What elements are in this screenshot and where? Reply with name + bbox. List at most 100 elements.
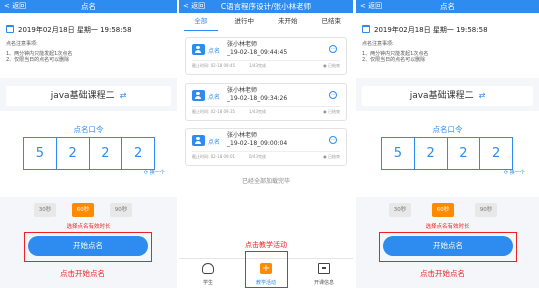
tab-students[interactable]: 学生 [179, 259, 237, 288]
page-title: 点名 [81, 2, 96, 11]
timer-60-button[interactable]: 60秒 [72, 203, 94, 217]
record-type: 点名 [208, 48, 221, 55]
tab-in-progress[interactable]: 进行中 [223, 13, 267, 31]
record-teacher: 张小林老师 [227, 41, 258, 48]
activity-list-screen: < 返回 C语言程序设计/张小林老师 全部 进行中 未开始 已结束 点名 张小林… [179, 0, 353, 288]
loaded-all-text: 已经全部加载完毕 [241, 178, 290, 185]
calendar-icon [6, 25, 14, 33]
date-text: 2019年02月18日 星期一 19:58:58 [374, 26, 488, 34]
timer-30-button[interactable]: 30秒 [34, 203, 56, 217]
status-badge: ● 已结束 [323, 109, 340, 114]
record-deadline: 截止时间: 02-18 09:45 [192, 63, 236, 68]
code-digit: 2 [448, 138, 481, 169]
code-digit: 2 [90, 138, 123, 169]
switch-icon[interactable]: ⇄ [120, 91, 127, 100]
page-title: 点名 [440, 2, 455, 11]
record-time: _19-02-18_09:00:04 [227, 139, 288, 147]
annotation-text: 点击开始点名 [60, 269, 105, 278]
course-selector[interactable]: java基础课程二 ⇄ [6, 86, 171, 106]
record-time: _19-02-18_09:44:45 [227, 48, 288, 56]
timer-options: 30秒 60秒 90秒 [34, 203, 132, 217]
user-icon [192, 90, 205, 101]
tab-not-started[interactable]: 未开始 [266, 13, 310, 31]
record-count: 0/43完成 [249, 154, 266, 159]
code-digit: 2 [133, 146, 143, 161]
timer-60-button[interactable]: 60秒 [432, 203, 454, 217]
record-type: 点名 [208, 139, 221, 146]
record-title: 张小林老师 _19-02-18_09:44:45 [227, 41, 287, 56]
record-title: 张小林老师 _19-02-18_09:34:26 [227, 87, 287, 102]
code-card: 点名口令 5 2 2 2 ⟳ 换一个 [356, 111, 539, 197]
code-digit: 2 [491, 146, 501, 161]
divider [192, 106, 340, 107]
highlight-box [245, 251, 288, 288]
course-name: java基础课程二 [50, 91, 115, 101]
tab-all[interactable]: 全部 [179, 13, 223, 31]
code-label: 点名口令 [432, 125, 463, 134]
start-rollcall-button[interactable]: 开始点名 [383, 236, 513, 256]
switch-icon[interactable]: ⇄ [479, 91, 486, 100]
nav-bar: < 返回 点名 [356, 0, 539, 13]
notes-title: 点名注意事项: [362, 41, 394, 47]
record-deadline: 截止时间: 02-18 09:35 [192, 109, 236, 114]
annotation-text: 点击开始点名 [420, 269, 465, 278]
notes-title: 点名注意事项: [6, 41, 38, 47]
record-type: 点名 [208, 94, 221, 101]
timer-90-button[interactable]: 90秒 [110, 203, 132, 217]
notes: 点名注意事项: 1、两分钟内只能发起1次点名 2、仅限当日的点名可以删除 [362, 41, 428, 64]
list-item[interactable]: 点名 张小林老师 _19-02-18_09:44:45 ··· 截止时间: 02-… [185, 37, 347, 75]
timer-90-button[interactable]: 90秒 [475, 203, 497, 217]
refresh-label: 换一个 [509, 170, 525, 176]
date-line: 2019年02月18日 星期一 19:58:58 [362, 25, 488, 35]
timer-hint: 选择点名有效时长 [66, 224, 111, 230]
status-badge: ● 已结束 [323, 154, 340, 159]
tab-label: 学生 [202, 280, 213, 286]
page-title: C语言程序设计/张小林老师 [220, 2, 312, 11]
record-time: _19-02-18_09:34:26 [227, 94, 288, 102]
record-count: 1/43完成 [249, 63, 266, 68]
timer-30-button[interactable]: 30秒 [389, 203, 411, 217]
student-icon [202, 263, 214, 274]
rollcall-screen-right: < 返回 点名 2019年02月18日 星期一 19:58:58 点名注意事项:… [356, 0, 539, 288]
date-card: 2019年02月18日 星期一 19:58:58 点名注意事项: 1、两分钟内只… [356, 14, 539, 78]
notes: 点名注意事项: 1、两分钟内只能发起1次点名 2、仅限当日的点名可以删除 [6, 41, 72, 64]
more-icon[interactable]: ··· [329, 136, 337, 144]
filter-tabs: 全部 进行中 未开始 已结束 [179, 13, 353, 31]
code-box: 5 2 2 2 [23, 137, 155, 170]
more-icon[interactable]: ··· [329, 91, 337, 99]
code-box: 5 2 2 2 [381, 137, 513, 170]
rollcall-screen-left: < 返回 点名 2019年02月18日 星期一 19:58:58 点名注意事项:… [0, 0, 177, 288]
date-text: 2019年02月18日 星期一 19:58:58 [18, 26, 132, 34]
record-deadline: 截止时间: 02-18 09:01 [192, 154, 236, 159]
record-title: 张小林老师 _19-02-18_09:00:04 [227, 132, 287, 147]
date-card: 2019年02月18日 星期一 19:58:58 点名注意事项: 1、两分钟内只… [0, 14, 177, 78]
refresh-code-button[interactable]: ⟳ 换一个 [504, 169, 525, 176]
code-digit: 2 [415, 138, 448, 169]
calendar-icon [362, 25, 370, 33]
timer-options: 30秒 60秒 90秒 [389, 203, 497, 217]
annotation-text: 点击教学活动 [245, 241, 287, 249]
course-selector[interactable]: java基础课程二 ⇄ [362, 86, 533, 106]
status-badge: ● 已结束 [323, 63, 340, 68]
note-item: 2、仅限当日的点名可以删除 [6, 57, 70, 63]
more-icon[interactable]: ··· [329, 45, 337, 53]
timer-hint: 选择点名有效时长 [425, 224, 470, 230]
code-digit: 5 [24, 138, 57, 169]
start-rollcall-button[interactable]: 开始点名 [28, 236, 148, 256]
code-digit: 5 [382, 138, 415, 169]
code-card: 点名口令 5 2 2 2 ⟳ 换一个 [0, 111, 177, 197]
course-name: java基础课程二 [409, 91, 474, 101]
list-item[interactable]: 点名 张小林老师 _19-02-18_09:00:04 ··· 截止时间: 02-… [185, 128, 347, 166]
code-digit: 2 [57, 138, 90, 169]
tab-ended[interactable]: 已结束 [310, 13, 354, 31]
divider [192, 60, 340, 61]
list-item[interactable]: 点名 张小林老师 _19-02-18_09:34:26 ··· 截止时间: 02-… [185, 83, 347, 121]
screenshot-composite: < 返回 点名 2019年02月18日 星期一 19:58:58 点名注意事项:… [0, 0, 539, 288]
user-icon [192, 135, 205, 146]
record-count: 1/43完成 [249, 109, 266, 114]
divider [192, 151, 340, 152]
refresh-code-button[interactable]: ⟳ 换一个 [144, 169, 165, 176]
nav-bar: < 返回 C语言程序设计/张小林老师 [179, 0, 353, 13]
tab-course-info[interactable]: 开课信息 [295, 259, 353, 288]
code-label: 点名口令 [73, 125, 104, 134]
